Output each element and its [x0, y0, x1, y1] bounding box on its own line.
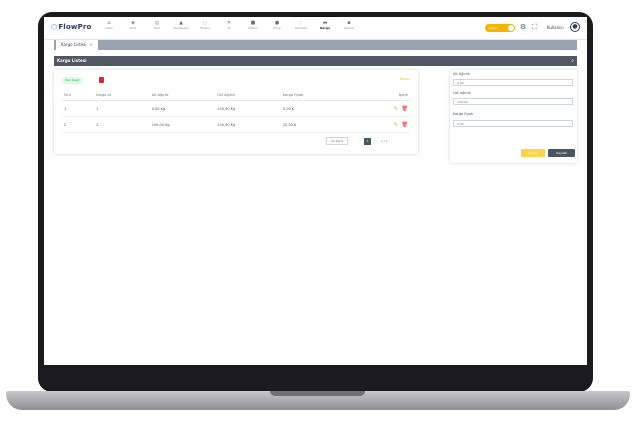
laptop-hinge	[270, 391, 365, 396]
filter-link[interactable]: Filtrele	[400, 77, 410, 81]
main-nav: ⌂ Satış ◈ Stok ◎ Cari ▲ Muhasebe ◌ Finans ✕ İK…	[97, 20, 361, 30]
page-size-select[interactable]: 10 kayıt	[326, 137, 349, 145]
tab-bar: Kargo Listesi ×	[54, 40, 577, 50]
field-label-alt: Alt Ağırlık	[453, 72, 470, 76]
next-page-button[interactable]: ›	[373, 138, 380, 145]
section-title: Kargo Listesi	[57, 58, 87, 63]
cell: 1	[94, 100, 150, 117]
nav-item-stok[interactable]: ◈ Stok	[121, 20, 145, 30]
list-card: Yeni Kayıt Filtrele Sıra Kargo Id Alt Ağ…	[54, 70, 418, 154]
close-icon[interactable]: ×	[89, 42, 92, 47]
nav-item-muhasebe[interactable]: ▲ Muhasebe	[169, 20, 193, 30]
pencil-icon[interactable]: ✎	[393, 122, 397, 128]
row-actions: ✎ 🗑	[354, 100, 410, 117]
current-page[interactable]: 1	[364, 137, 372, 145]
nav-item-uretim[interactable]: ■ Üretim	[241, 20, 265, 30]
column-header: İşlem	[354, 90, 410, 101]
field-label-fiyat: Kargo Fiyatı	[453, 112, 474, 116]
table-row[interactable]: 1 1 0,00 Kg 100,00 Kg 0,00 ₺ ✎ 🗑	[62, 100, 410, 117]
cargo-table: Sıra Kargo Id Alt Ağırlık Üst Ağırlık Ka…	[62, 90, 410, 133]
column-header: Kargo Id	[94, 90, 150, 101]
cell: 200,00 Kg	[215, 116, 281, 133]
pencil-icon[interactable]: ✎	[393, 106, 397, 112]
app-logo[interactable]: ⬡FlowPro	[51, 23, 92, 31]
cell: 0,00 Kg	[149, 100, 216, 117]
gear-icon[interactable]: ⚙	[520, 23, 526, 31]
cell: 2	[62, 116, 95, 133]
prev-page-button[interactable]: ‹	[355, 138, 362, 145]
cell: 1	[62, 100, 95, 117]
column-header: Alt Ağırlık	[149, 90, 216, 101]
nav-item-satis[interactable]: ⌂ Satış	[97, 20, 121, 30]
field-label-ust: Üst Ağırlık	[453, 91, 471, 95]
page-total: 1 / 1	[381, 139, 388, 143]
nav-item-finans[interactable]: ◌ Finans	[193, 20, 217, 30]
section-header: Kargo Listesi ⌕	[54, 56, 577, 66]
nav-item-kargo[interactable]: ▬ Kargo	[313, 20, 337, 30]
demo-toggle[interactable]: Demo	[485, 24, 515, 32]
nav-item-tanimlar[interactable]: ⋮ Tanımlar	[289, 20, 313, 30]
pagination: 10 kayıt ‹ 1 › 1 / 1	[326, 137, 388, 145]
avatar[interactable]: ●	[570, 22, 580, 32]
table-row[interactable]: 2 2 100,00 Kg 200,00 Kg 20,00 ₺ ✎ 🗑	[62, 116, 410, 133]
trash-icon[interactable]: 🗑	[402, 122, 408, 128]
cancel-button[interactable]: Vazgeç	[521, 149, 545, 157]
cell: 0,00 ₺	[280, 100, 355, 117]
alt-weight-input[interactable]: 0,00	[453, 79, 573, 86]
table-header-row: Sıra Kargo Id Alt Ağırlık Üst Ağırlık Ka…	[62, 90, 410, 101]
app-screen: ⬡FlowPro ⌂ Satış ◈ Stok ◎ Cari ▲ Muhasebe ◌ F…	[44, 17, 587, 365]
row-actions: ✎ 🗑	[354, 116, 410, 133]
ust-weight-input[interactable]: 100,00	[453, 98, 573, 105]
column-header: Sıra	[62, 90, 95, 101]
column-header: Kargo Fiyatı	[280, 90, 355, 101]
trash-icon[interactable]: 🗑	[402, 106, 408, 112]
search-icon[interactable]: ⌕	[571, 56, 574, 66]
top-bar: ⬡FlowPro ⌂ Satış ◈ Stok ◎ Cari ▲ Muhasebe ◌ F…	[44, 17, 587, 40]
cell: 2	[94, 116, 150, 133]
pdf-export-icon[interactable]	[99, 77, 104, 83]
save-button[interactable]: Kaydet	[548, 149, 575, 157]
column-header: Üst Ağırlık	[215, 90, 281, 101]
hexagon-icon: ⬡	[51, 23, 58, 31]
nav-item-ik[interactable]: ✕ İK	[217, 20, 241, 30]
cell: 100,00 Kg	[215, 100, 281, 117]
cell: 100,00 Kg	[149, 116, 216, 133]
edit-form-card: Alt Ağırlık 0,00 Üst Ağırlık 100,00 Karg…	[450, 70, 577, 163]
tab-kargo-listesi[interactable]: Kargo Listesi ×	[56, 40, 98, 50]
cell: 20,00 ₺	[280, 116, 355, 133]
fullscreen-icon[interactable]: ⛶	[532, 23, 537, 32]
price-input[interactable]: 0,00	[453, 120, 573, 127]
nav-item-proje[interactable]: ● Proje	[265, 20, 289, 30]
nav-item-ayarlar[interactable]: ▪ Ayarlar	[337, 20, 361, 30]
username[interactable]: Kullanıcı	[547, 25, 564, 30]
nav-item-cari[interactable]: ◎ Cari	[145, 20, 169, 30]
new-record-button[interactable]: Yeni Kayıt	[62, 77, 83, 84]
